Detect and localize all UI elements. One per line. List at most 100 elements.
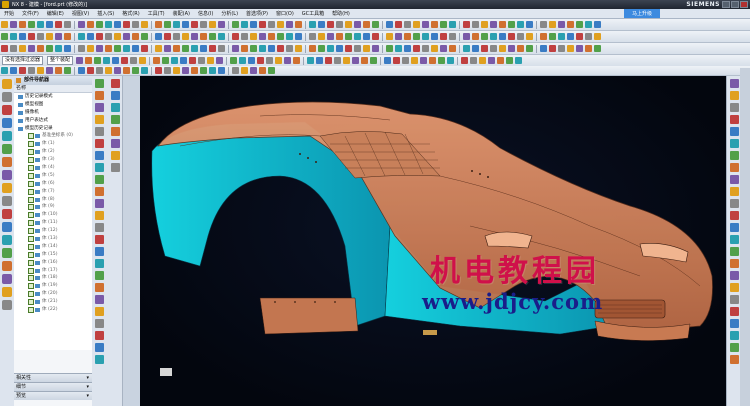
toolbar-tool-icon[interactable] [200, 67, 207, 74]
tree-item[interactable]: 用户表达式 [14, 117, 92, 125]
command-icon[interactable] [95, 283, 104, 292]
command-icon[interactable] [2, 196, 12, 206]
toolbar-tool-icon[interactable] [259, 33, 266, 40]
command-icon[interactable] [730, 91, 739, 100]
toolbar-tool-icon[interactable] [218, 45, 225, 52]
maximize-button[interactable] [731, 1, 739, 8]
tree-item[interactable]: 体 (6) [14, 180, 92, 188]
toolbar-tool-icon[interactable] [470, 57, 478, 64]
toolbar-tool-icon[interactable] [481, 45, 488, 52]
command-icon[interactable] [2, 144, 12, 154]
toolbar-tool-icon[interactable] [549, 21, 556, 28]
command-icon[interactable] [111, 139, 120, 148]
toolbar-tool-icon[interactable] [164, 45, 171, 52]
command-icon[interactable] [730, 259, 739, 268]
toolbar-tool-icon[interactable] [354, 45, 361, 52]
toolbar-tool-icon[interactable] [155, 33, 162, 40]
visibility-checkbox[interactable] [28, 299, 34, 306]
tree-item[interactable]: 体 (2) [14, 148, 92, 156]
toolbar-tool-icon[interactable] [447, 57, 455, 64]
toolbar-tool-icon[interactable] [576, 33, 583, 40]
visibility-checkbox[interactable] [28, 283, 34, 290]
menu-window[interactable]: 窗口(O) [272, 10, 298, 17]
toolbar-tool-icon[interactable] [232, 67, 239, 74]
command-icon[interactable] [730, 247, 739, 256]
command-icon[interactable] [730, 199, 739, 208]
tree-item[interactable]: 体 (9) [14, 203, 92, 211]
toolbar-tool-icon[interactable] [114, 33, 121, 40]
toolbar-tool-icon[interactable] [336, 33, 343, 40]
toolbar-tool-icon[interactable] [162, 57, 170, 64]
toolbar-tool-icon[interactable] [164, 21, 171, 28]
toolbar-tool-icon[interactable] [506, 57, 514, 64]
visibility-checkbox[interactable] [28, 307, 34, 313]
command-icon[interactable] [2, 300, 12, 310]
toolbar-tool-icon[interactable] [277, 33, 284, 40]
toolbar-tool-icon[interactable] [189, 57, 197, 64]
toolbar-tool-icon[interactable] [155, 45, 162, 52]
visibility-checkbox[interactable] [28, 243, 34, 250]
toolbar-tool-icon[interactable] [173, 67, 180, 74]
toolbar-tool-icon[interactable] [28, 21, 35, 28]
toolbar-tool-icon[interactable] [141, 21, 148, 28]
section-dependencies[interactable]: 相关性 ▾ [14, 373, 92, 382]
tree-item[interactable]: 体 (15) [14, 251, 92, 259]
tree-item[interactable]: 体 (10) [14, 211, 92, 219]
visibility-checkbox[interactable] [28, 180, 34, 187]
toolbar-tool-icon[interactable] [103, 57, 111, 64]
toolbar-tool-icon[interactable] [463, 33, 470, 40]
toolbar-tool-icon[interactable] [209, 67, 216, 74]
toolbar-tool-icon[interactable] [567, 33, 574, 40]
menu-start[interactable]: 开始 [0, 10, 18, 17]
toolbar-tool-icon[interactable] [164, 67, 171, 74]
command-icon[interactable] [730, 223, 739, 232]
tree-item[interactable]: 体 (21) [14, 298, 92, 306]
tree-item[interactable]: 模型历史记录 [14, 125, 92, 133]
toolbar-tool-icon[interactable] [449, 33, 456, 40]
toolbar-tool-icon[interactable] [284, 57, 292, 64]
toolbar-tool-icon[interactable] [318, 33, 325, 40]
toolbar-tool-icon[interactable] [198, 57, 206, 64]
toolbar-tool-icon[interactable] [361, 57, 369, 64]
command-icon[interactable] [95, 187, 104, 196]
toolbar-tool-icon[interactable] [114, 21, 121, 28]
toolbar-tool-icon[interactable] [55, 21, 62, 28]
tree-item[interactable]: 基准坐标系 (0) [14, 132, 92, 140]
command-icon[interactable] [2, 235, 12, 245]
toolbar-tool-icon[interactable] [386, 21, 393, 28]
toolbar-tool-icon[interactable] [96, 45, 103, 52]
tree-item[interactable]: 体 (11) [14, 219, 92, 227]
toolbar-tool-icon[interactable] [28, 45, 35, 52]
toolbar-tool-icon[interactable] [508, 45, 515, 52]
toolbar-tool-icon[interactable] [384, 57, 392, 64]
toolbar-tool-icon[interactable] [19, 21, 26, 28]
command-icon[interactable] [2, 170, 12, 180]
toolbar-tool-icon[interactable] [123, 67, 130, 74]
toolbar-tool-icon[interactable] [431, 33, 438, 40]
toolbar-tool-icon[interactable] [191, 21, 198, 28]
toolbar-tool-icon[interactable] [277, 45, 284, 52]
command-icon[interactable] [730, 319, 739, 328]
toolbar-tool-icon[interactable] [567, 21, 574, 28]
toolbar-tool-icon[interactable] [585, 21, 592, 28]
visibility-checkbox[interactable] [28, 164, 34, 171]
toolbar-tool-icon[interactable] [248, 57, 256, 64]
menu-file[interactable]: 文件(F) [18, 10, 43, 17]
tree-item[interactable]: 体 (22) [14, 306, 92, 314]
toolbar-tool-icon[interactable] [191, 33, 198, 40]
tree-item[interactable]: 体 (13) [14, 235, 92, 243]
command-icon[interactable] [730, 187, 739, 196]
toolbar-tool-icon[interactable] [515, 57, 523, 64]
toolbar-tool-icon[interactable] [250, 21, 257, 28]
tree-item[interactable]: 体 (17) [14, 267, 92, 275]
toolbar-tool-icon[interactable] [241, 67, 248, 74]
toolbar-tool-icon[interactable] [37, 67, 44, 74]
command-icon[interactable] [111, 151, 120, 160]
toolbar-tool-icon[interactable] [363, 45, 370, 52]
toolbar-tool-icon[interactable] [336, 45, 343, 52]
toolbar-tool-icon[interactable] [182, 21, 189, 28]
type-filter-select[interactable]: 没有选择过滤器 [2, 56, 44, 65]
toolbar-tool-icon[interactable] [182, 33, 189, 40]
tree-item[interactable]: 体 (7) [14, 188, 92, 196]
toolbar-tool-icon[interactable] [46, 45, 53, 52]
